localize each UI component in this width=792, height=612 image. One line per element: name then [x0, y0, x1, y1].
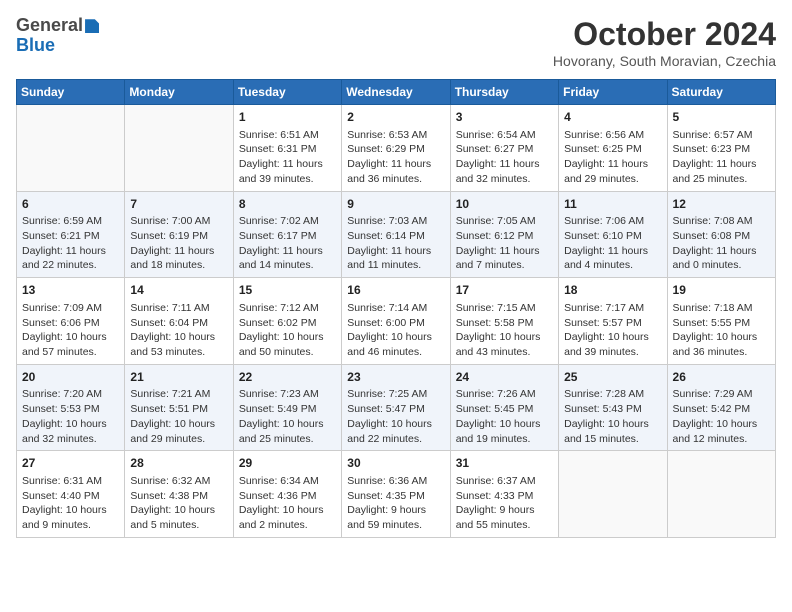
logo-icon — [85, 19, 99, 33]
calendar-cell — [17, 105, 125, 192]
calendar-week-row: 1Sunrise: 6:51 AMSunset: 6:31 PMDaylight… — [17, 105, 776, 192]
calendar-cell: 23Sunrise: 7:25 AMSunset: 5:47 PMDayligh… — [342, 364, 450, 451]
calendar-cell: 16Sunrise: 7:14 AMSunset: 6:00 PMDayligh… — [342, 278, 450, 365]
weekday-header-thursday: Thursday — [450, 80, 558, 105]
calendar-cell: 19Sunrise: 7:18 AMSunset: 5:55 PMDayligh… — [667, 278, 775, 365]
calendar-cell: 22Sunrise: 7:23 AMSunset: 5:49 PMDayligh… — [233, 364, 341, 451]
calendar-cell: 27Sunrise: 6:31 AMSunset: 4:40 PMDayligh… — [17, 451, 125, 538]
day-number: 29 — [239, 455, 336, 472]
calendar-cell: 13Sunrise: 7:09 AMSunset: 6:06 PMDayligh… — [17, 278, 125, 365]
calendar-cell: 15Sunrise: 7:12 AMSunset: 6:02 PMDayligh… — [233, 278, 341, 365]
day-number: 27 — [22, 455, 119, 472]
logo: General Blue — [16, 16, 99, 56]
day-number: 13 — [22, 282, 119, 299]
day-number: 21 — [130, 369, 227, 386]
day-number: 19 — [673, 282, 770, 299]
day-number: 23 — [347, 369, 444, 386]
calendar-cell: 21Sunrise: 7:21 AMSunset: 5:51 PMDayligh… — [125, 364, 233, 451]
month-title: October 2024 — [553, 16, 776, 53]
calendar-week-row: 20Sunrise: 7:20 AMSunset: 5:53 PMDayligh… — [17, 364, 776, 451]
day-number: 10 — [456, 196, 553, 213]
calendar-cell: 10Sunrise: 7:05 AMSunset: 6:12 PMDayligh… — [450, 191, 558, 278]
calendar-cell: 31Sunrise: 6:37 AMSunset: 4:33 PMDayligh… — [450, 451, 558, 538]
calendar-cell: 1Sunrise: 6:51 AMSunset: 6:31 PMDaylight… — [233, 105, 341, 192]
day-number: 1 — [239, 109, 336, 126]
day-number: 12 — [673, 196, 770, 213]
day-number: 28 — [130, 455, 227, 472]
title-section: October 2024 Hovorany, South Moravian, C… — [553, 16, 776, 69]
day-number: 16 — [347, 282, 444, 299]
weekday-header-wednesday: Wednesday — [342, 80, 450, 105]
weekday-header-saturday: Saturday — [667, 80, 775, 105]
calendar-cell: 3Sunrise: 6:54 AMSunset: 6:27 PMDaylight… — [450, 105, 558, 192]
day-number: 18 — [564, 282, 661, 299]
day-number: 9 — [347, 196, 444, 213]
calendar-cell: 17Sunrise: 7:15 AMSunset: 5:58 PMDayligh… — [450, 278, 558, 365]
day-number: 7 — [130, 196, 227, 213]
weekday-header-row: SundayMondayTuesdayWednesdayThursdayFrid… — [17, 80, 776, 105]
calendar-cell: 30Sunrise: 6:36 AMSunset: 4:35 PMDayligh… — [342, 451, 450, 538]
day-number: 4 — [564, 109, 661, 126]
day-number: 31 — [456, 455, 553, 472]
location-subtitle: Hovorany, South Moravian, Czechia — [553, 53, 776, 69]
day-number: 17 — [456, 282, 553, 299]
calendar-cell: 7Sunrise: 7:00 AMSunset: 6:19 PMDaylight… — [125, 191, 233, 278]
weekday-header-tuesday: Tuesday — [233, 80, 341, 105]
calendar-cell: 29Sunrise: 6:34 AMSunset: 4:36 PMDayligh… — [233, 451, 341, 538]
calendar-cell: 25Sunrise: 7:28 AMSunset: 5:43 PMDayligh… — [559, 364, 667, 451]
logo-blue-text: Blue — [16, 35, 55, 55]
calendar-table: SundayMondayTuesdayWednesdayThursdayFrid… — [16, 79, 776, 538]
calendar-cell: 26Sunrise: 7:29 AMSunset: 5:42 PMDayligh… — [667, 364, 775, 451]
day-number: 20 — [22, 369, 119, 386]
calendar-cell — [559, 451, 667, 538]
day-number: 8 — [239, 196, 336, 213]
weekday-header-sunday: Sunday — [17, 80, 125, 105]
day-number: 2 — [347, 109, 444, 126]
day-number: 30 — [347, 455, 444, 472]
day-number: 15 — [239, 282, 336, 299]
day-number: 11 — [564, 196, 661, 213]
calendar-cell: 12Sunrise: 7:08 AMSunset: 6:08 PMDayligh… — [667, 191, 775, 278]
calendar-cell — [125, 105, 233, 192]
calendar-cell: 5Sunrise: 6:57 AMSunset: 6:23 PMDaylight… — [667, 105, 775, 192]
calendar-cell: 2Sunrise: 6:53 AMSunset: 6:29 PMDaylight… — [342, 105, 450, 192]
day-number: 25 — [564, 369, 661, 386]
weekday-header-monday: Monday — [125, 80, 233, 105]
day-number: 5 — [673, 109, 770, 126]
logo-general-text: General — [16, 15, 83, 35]
calendar-cell: 6Sunrise: 6:59 AMSunset: 6:21 PMDaylight… — [17, 191, 125, 278]
day-number: 14 — [130, 282, 227, 299]
calendar-cell: 28Sunrise: 6:32 AMSunset: 4:38 PMDayligh… — [125, 451, 233, 538]
calendar-cell: 11Sunrise: 7:06 AMSunset: 6:10 PMDayligh… — [559, 191, 667, 278]
page-header: General Blue October 2024 Hovorany, Sout… — [16, 16, 776, 69]
day-number: 26 — [673, 369, 770, 386]
day-number: 22 — [239, 369, 336, 386]
calendar-cell — [667, 451, 775, 538]
calendar-week-row: 27Sunrise: 6:31 AMSunset: 4:40 PMDayligh… — [17, 451, 776, 538]
day-number: 6 — [22, 196, 119, 213]
calendar-week-row: 13Sunrise: 7:09 AMSunset: 6:06 PMDayligh… — [17, 278, 776, 365]
day-number: 3 — [456, 109, 553, 126]
calendar-cell: 20Sunrise: 7:20 AMSunset: 5:53 PMDayligh… — [17, 364, 125, 451]
calendar-cell: 4Sunrise: 6:56 AMSunset: 6:25 PMDaylight… — [559, 105, 667, 192]
calendar-cell: 18Sunrise: 7:17 AMSunset: 5:57 PMDayligh… — [559, 278, 667, 365]
day-number: 24 — [456, 369, 553, 386]
calendar-cell: 8Sunrise: 7:02 AMSunset: 6:17 PMDaylight… — [233, 191, 341, 278]
calendar-cell: 9Sunrise: 7:03 AMSunset: 6:14 PMDaylight… — [342, 191, 450, 278]
calendar-cell: 24Sunrise: 7:26 AMSunset: 5:45 PMDayligh… — [450, 364, 558, 451]
calendar-cell: 14Sunrise: 7:11 AMSunset: 6:04 PMDayligh… — [125, 278, 233, 365]
calendar-week-row: 6Sunrise: 6:59 AMSunset: 6:21 PMDaylight… — [17, 191, 776, 278]
weekday-header-friday: Friday — [559, 80, 667, 105]
